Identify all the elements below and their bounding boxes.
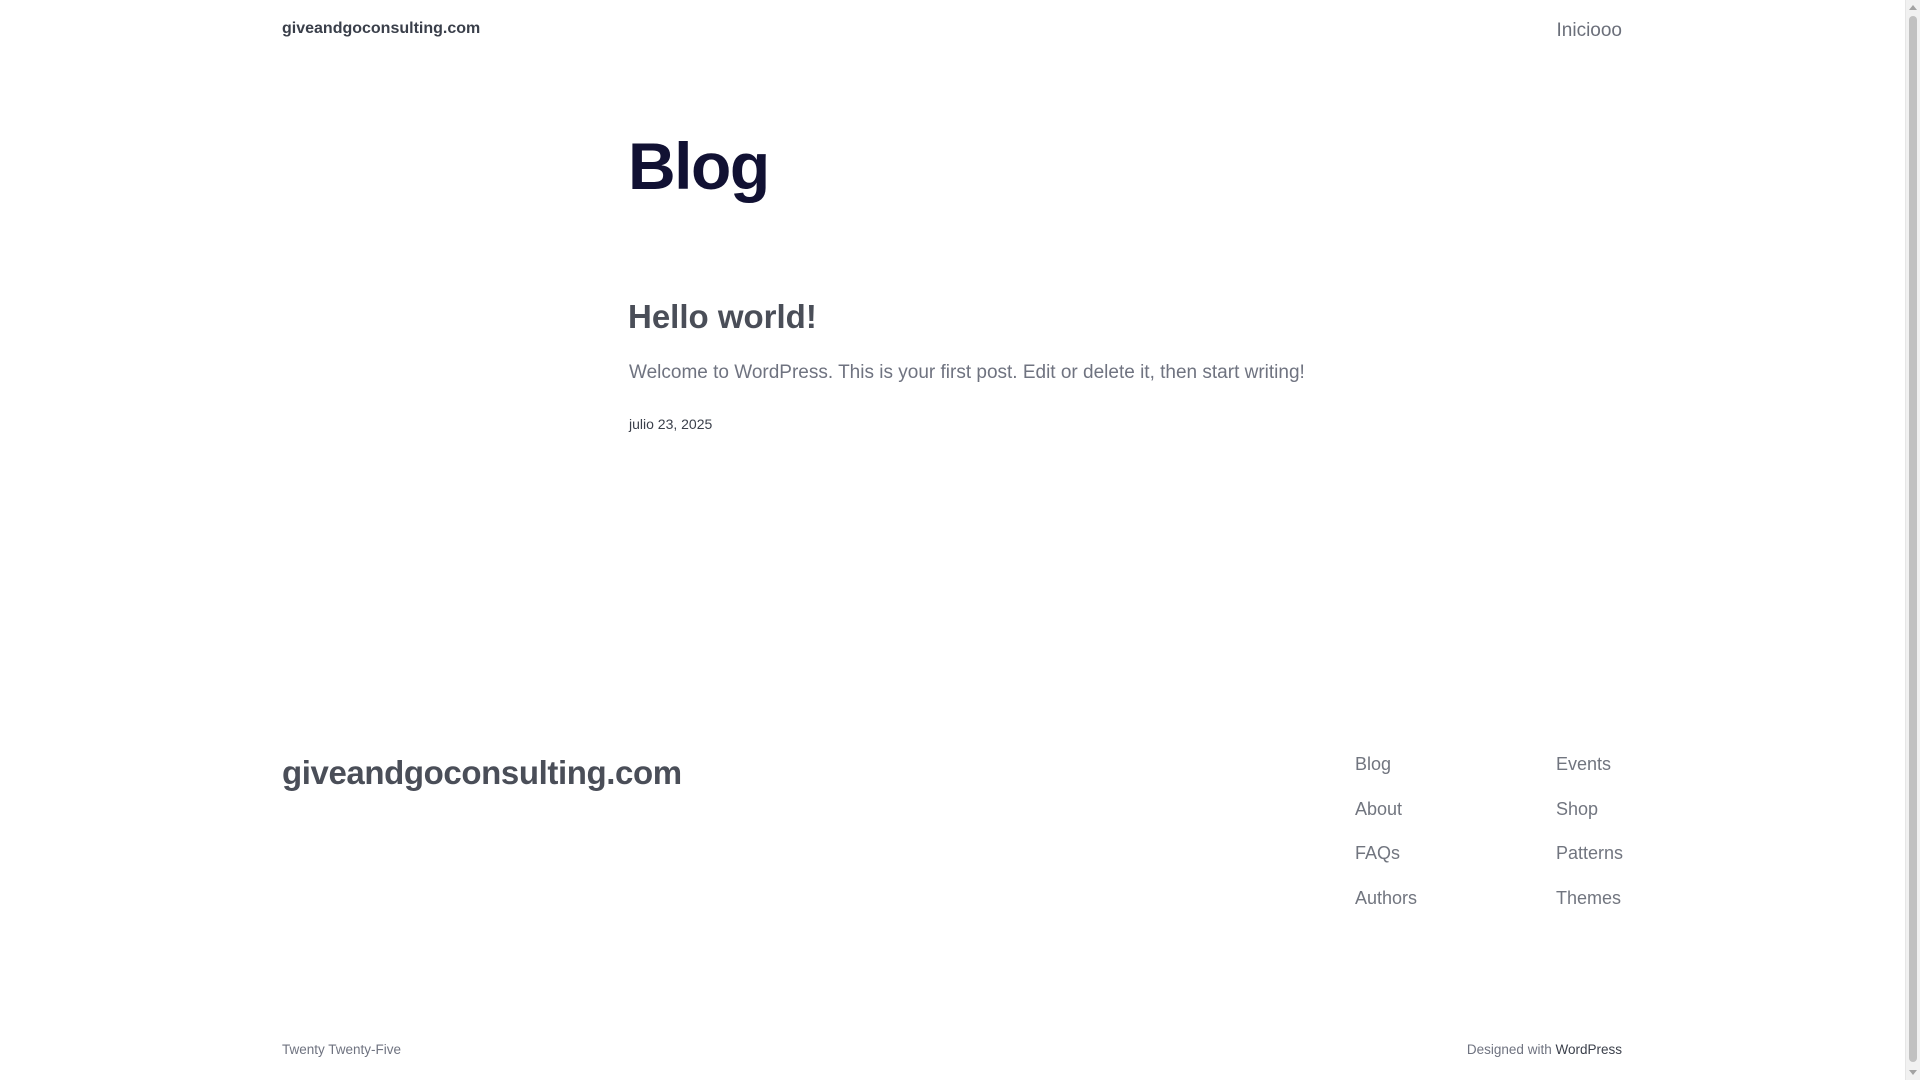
wordpress-link[interactable]: WordPress [1555,1042,1622,1057]
footer-link-about[interactable]: About [1355,799,1402,819]
footer-nav-item: FAQs [1355,843,1417,888]
footer-link-authors[interactable]: Authors [1355,888,1417,908]
scroll-up-arrow-icon[interactable] [1909,5,1917,10]
footer-nav-column-2: Events Shop Patterns Themes [1556,754,1623,932]
site-title-link[interactable]: giveandgoconsulting.com [282,20,480,38]
footer-nav-item: Events [1556,754,1623,799]
footer-nav-item: Authors [1355,888,1417,933]
footer-link-blog[interactable]: Blog [1355,754,1391,774]
footer-nav-item: About [1355,799,1417,844]
post-excerpt: Welcome to WordPress. This is your first… [629,362,1305,383]
footer-nav-item: Shop [1556,799,1623,844]
footer-site-title-link[interactable]: giveandgoconsulting.com [282,754,682,792]
designed-with-credit: Designed with WordPress [1467,1042,1622,1057]
footer-nav-item: Blog [1355,754,1417,799]
designed-with-text: Designed with [1466,1042,1552,1057]
footer-link-faqs[interactable]: FAQs [1355,843,1400,863]
post-title-link[interactable]: Hello world! [628,297,817,337]
footer-nav-item: Patterns [1556,843,1623,888]
footer-link-events[interactable]: Events [1556,754,1611,774]
theme-credit: Twenty Twenty-Five [282,1042,402,1057]
nav-link-inicio[interactable]: Iniciooo [1557,20,1623,42]
footer-nav-column-1: Blog About FAQs Authors [1355,754,1417,932]
browser-viewport: giveandgoconsulting.com Iniciooo Blog He… [0,0,1920,1080]
scroll-down-arrow-icon[interactable] [1909,1070,1917,1075]
page: giveandgoconsulting.com Iniciooo Blog He… [0,0,1905,1080]
footer-link-patterns[interactable]: Patterns [1556,843,1623,863]
vertical-scrollbar[interactable] [1905,0,1920,1080]
page-title: Blog [628,129,770,203]
post-date: julio 23, 2025 [629,416,713,432]
footer-nav-item: Themes [1556,888,1623,933]
footer-link-themes[interactable]: Themes [1556,888,1621,908]
footer-link-shop[interactable]: Shop [1556,799,1598,819]
scrollbar-thumb[interactable] [1909,16,1917,1062]
